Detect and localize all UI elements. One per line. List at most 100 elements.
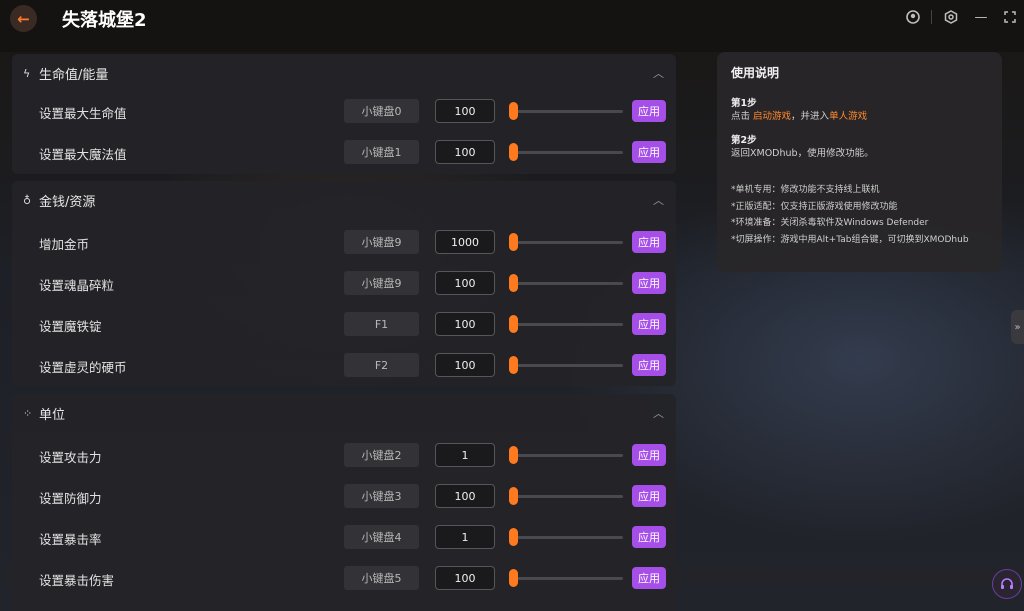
slider-thumb[interactable] <box>509 569 518 587</box>
slider-track[interactable] <box>512 454 623 457</box>
apply-button[interactable]: 应用 <box>632 444 666 466</box>
cheat-row: 设置最大魔法值 小键盘1 应用 <box>12 135 676 169</box>
launch-game-link[interactable]: 启动游戏 <box>753 111 791 122</box>
slider-thumb[interactable] <box>509 356 518 374</box>
cheat-row: 设置虚灵的硬币 F2 应用 <box>12 348 676 382</box>
apply-button[interactable]: 应用 <box>632 141 666 163</box>
slider-track[interactable] <box>512 241 623 244</box>
cheat-label: 设置魔铁锭 <box>39 319 102 334</box>
apply-button[interactable]: 应用 <box>632 313 666 335</box>
double-chevron-right-icon: » <box>1014 321 1021 333</box>
settings-button[interactable] <box>942 8 960 26</box>
slider-track[interactable] <box>512 364 623 367</box>
cheat-row: 设置暴击伤害 小键盘5 应用 <box>12 561 676 595</box>
step1-mid: ，并进入 <box>791 111 830 122</box>
value-input[interactable] <box>435 230 495 254</box>
cheat-label: 设置虚灵的硬币 <box>39 360 127 375</box>
slider-thumb[interactable] <box>509 487 518 505</box>
apply-button[interactable]: 应用 <box>632 272 666 294</box>
expand-icon <box>1004 11 1016 23</box>
apply-button[interactable]: 应用 <box>632 526 666 548</box>
cheat-label: 设置最大魔法值 <box>39 147 127 162</box>
note-item: *正版适配：仅支持正版游戏使用修改功能 <box>731 201 898 212</box>
section-units: ⁘ 单位 ︿ 设置攻击力 小键盘2 应用 设置防御力 小键盘3 应用 设置暴击率… <box>12 394 676 611</box>
apply-button[interactable]: 应用 <box>632 485 666 507</box>
user-icon <box>906 10 920 24</box>
value-input[interactable] <box>435 443 495 467</box>
slider-track[interactable] <box>512 577 623 580</box>
support-button[interactable] <box>992 569 1022 599</box>
chevron-up-icon[interactable]: ︿ <box>653 405 664 421</box>
apply-button[interactable]: 应用 <box>632 354 666 376</box>
instructions-title: 使用说明 <box>731 66 780 80</box>
minimize-icon: — <box>974 9 988 25</box>
step1-text: 点击 启动游戏，并进入单人游戏 <box>731 110 988 123</box>
hotkey-button[interactable]: 小键盘5 <box>344 566 419 590</box>
value-input[interactable] <box>435 312 495 336</box>
apply-button[interactable]: 应用 <box>632 567 666 589</box>
title-bar: ← 失落城堡2 — <box>0 0 1024 52</box>
note-item: *切屏操作：游戏中用Alt+Tab组合键，可切换到XMODhub <box>731 234 969 245</box>
cheat-row: 设置暴击率 小键盘4 应用 <box>12 520 676 554</box>
slider-track[interactable] <box>512 110 623 113</box>
value-input[interactable] <box>435 271 495 295</box>
slider-track[interactable] <box>512 323 623 326</box>
maximize-button[interactable] <box>1001 8 1019 26</box>
section-header[interactable]: ϟ 生命值/能量 ︿ <box>12 54 676 92</box>
cheat-label: 设置暴击伤害 <box>39 573 115 588</box>
hotkey-button[interactable]: 小键盘4 <box>344 525 419 549</box>
note-item: *环境准备：关闭杀毒软件及Windows Defender <box>731 218 929 228</box>
apply-button[interactable]: 应用 <box>632 100 666 122</box>
notes-list: *单机专用：修改功能不支持线上联机 *正版适配：仅支持正版游戏使用修改功能 *环… <box>731 182 988 248</box>
slider-thumb[interactable] <box>509 233 518 251</box>
hotkey-button[interactable]: 小键盘2 <box>344 443 419 467</box>
cheat-row: 设置魂晶碎粒 小键盘9 应用 <box>12 266 676 300</box>
section-title: 生命值/能量 <box>39 67 109 83</box>
money-bag-icon: ♁ <box>23 193 32 207</box>
cheat-row: 增加金币 小键盘9 应用 <box>12 225 676 259</box>
value-input[interactable] <box>435 140 495 164</box>
slider-thumb[interactable] <box>509 102 518 120</box>
hotkey-button[interactable]: 小键盘9 <box>344 230 419 254</box>
value-input[interactable] <box>435 566 495 590</box>
hexagon-settings-icon <box>944 10 958 24</box>
back-button[interactable]: ← <box>10 5 37 32</box>
nodes-icon: ⁘ <box>23 406 33 420</box>
headset-icon <box>1001 578 1013 589</box>
single-player-link[interactable]: 单人游戏 <box>829 111 867 122</box>
slider-track[interactable] <box>512 536 623 539</box>
hotkey-button[interactable]: 小键盘3 <box>344 484 419 508</box>
slider-thumb[interactable] <box>509 446 518 464</box>
value-input[interactable] <box>435 525 495 549</box>
hotkey-button[interactable]: F2 <box>344 353 419 377</box>
slider-thumb[interactable] <box>509 528 518 546</box>
value-input[interactable] <box>435 484 495 508</box>
section-title: 金钱/资源 <box>39 194 96 210</box>
step1-title: 第1步 <box>731 98 757 109</box>
cheat-row: 设置攻击力 小键盘2 应用 <box>12 438 676 472</box>
hotkey-button[interactable]: 小键盘0 <box>344 99 419 123</box>
slider-thumb[interactable] <box>509 274 518 292</box>
slider-thumb[interactable] <box>509 315 518 333</box>
slider-track[interactable] <box>512 151 623 154</box>
apply-button[interactable]: 应用 <box>632 231 666 253</box>
hotkey-button[interactable]: 小键盘9 <box>344 271 419 295</box>
hotkey-button[interactable]: 小键盘1 <box>344 140 419 164</box>
cheat-label: 设置魂晶碎粒 <box>39 278 115 293</box>
slider-track[interactable] <box>512 282 623 285</box>
minimize-button[interactable]: — <box>972 8 990 26</box>
slider-thumb[interactable] <box>509 143 518 161</box>
step2-title: 第2步 <box>731 135 757 146</box>
value-input[interactable] <box>435 99 495 123</box>
collapse-panel-button[interactable]: » <box>1011 310 1024 344</box>
chevron-up-icon[interactable]: ︿ <box>653 192 664 208</box>
user-avatar-button[interactable] <box>904 8 922 26</box>
note-item: *单机专用：修改功能不支持线上联机 <box>731 185 880 195</box>
hotkey-button[interactable]: F1 <box>344 312 419 336</box>
value-input[interactable] <box>435 353 495 377</box>
cheat-label: 设置暴击率 <box>39 532 102 547</box>
chevron-up-icon[interactable]: ︿ <box>653 65 664 81</box>
section-header[interactable]: ♁ 金钱/资源 ︿ <box>12 181 676 219</box>
section-header[interactable]: ⁘ 单位 ︿ <box>12 394 676 432</box>
slider-track[interactable] <box>512 495 623 498</box>
